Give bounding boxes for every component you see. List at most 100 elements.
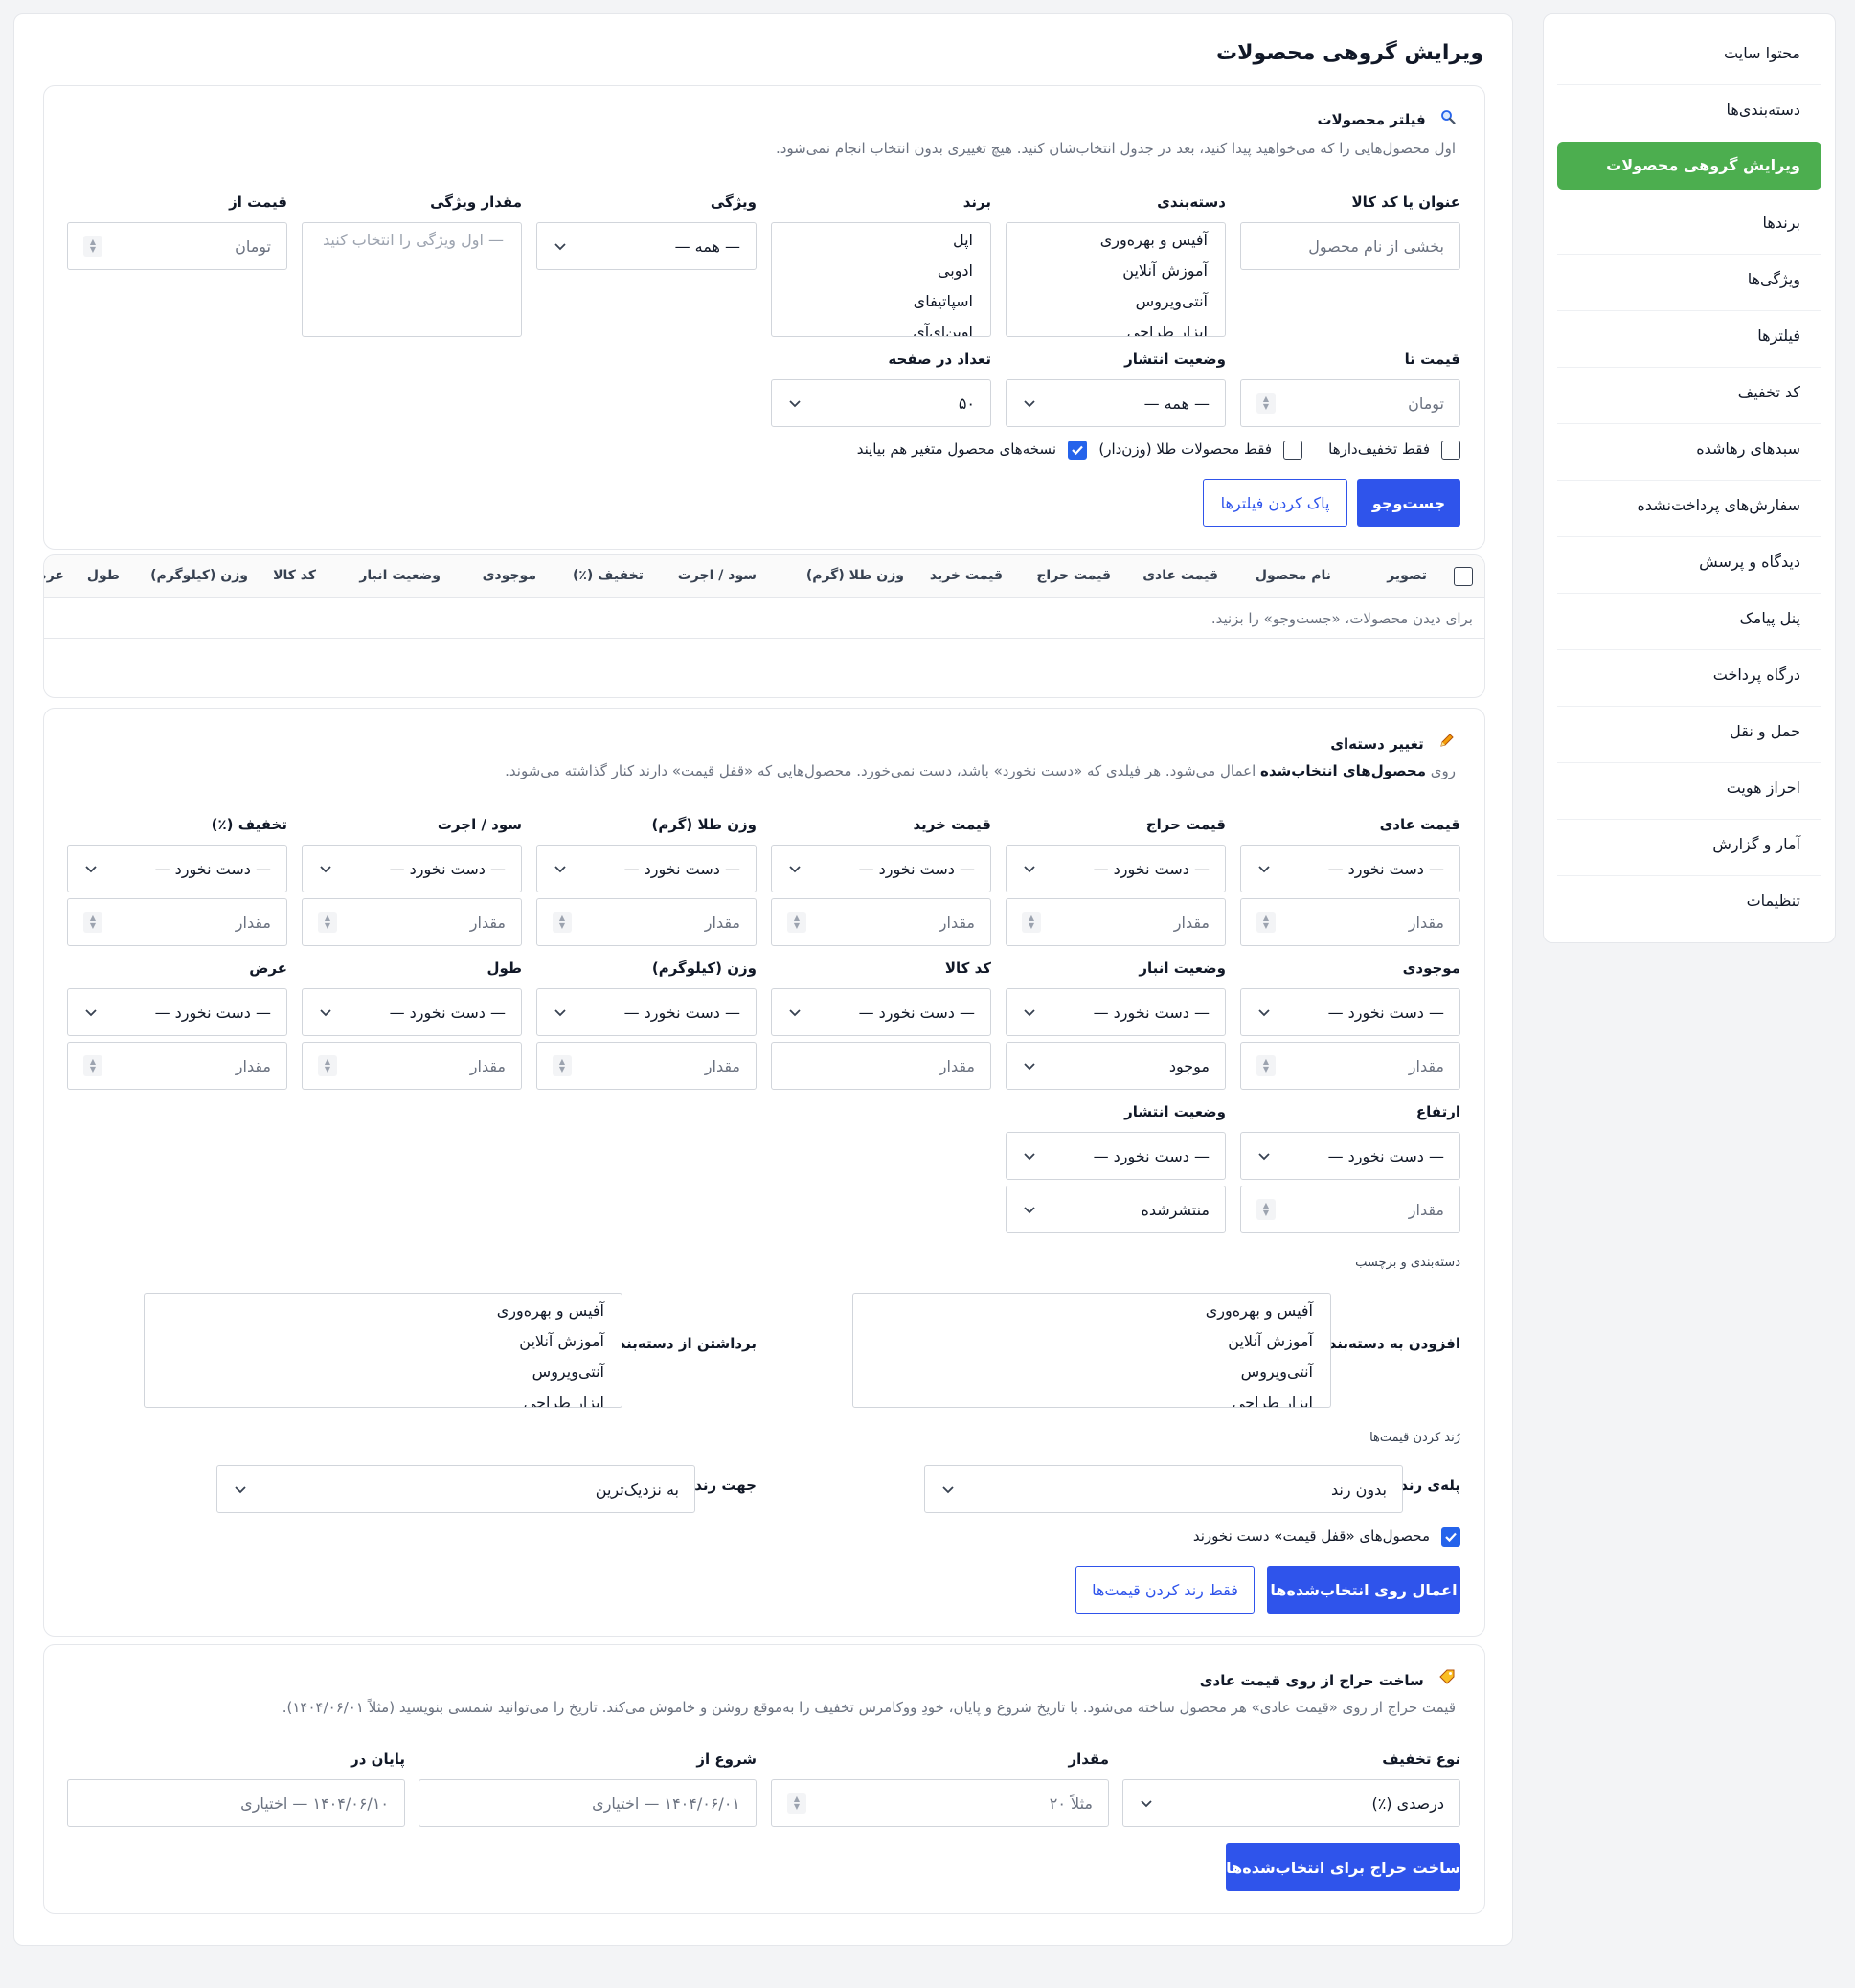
sidebar-item-payment-gateway[interactable]: درگاه پرداخت [1557,651,1821,699]
column-header[interactable]: عرض [44,568,64,583]
stepper-icon[interactable]: ▲ ▼ [318,912,337,933]
column-header[interactable]: نام محصول [1256,568,1331,583]
weight-mode-select[interactable]: — دست نخورد — [536,988,757,1036]
column-header[interactable]: وضعیت انبار [359,568,441,583]
column-header[interactable]: سود / اجرت [678,568,757,583]
regular-price-mode-select[interactable]: — دست نخورد — [1240,845,1460,892]
column-header[interactable]: کد کالا [273,568,316,583]
sidebar-item-sms-panel[interactable]: پنل پیامک [1557,595,1821,643]
column-header[interactable]: موجودی [483,568,536,583]
price-to-input[interactable]: تومان ▲ ▼ [1240,379,1460,427]
stepper-icon[interactable]: ▲ ▼ [1256,1055,1276,1076]
brand-multiselect[interactable]: اپل ادوبی اسپاتیفای اوپن‌ای‌آی [771,222,991,337]
sidebar-item-identity-verification[interactable]: احراز هویت [1557,764,1821,812]
stepper-icon[interactable]: ▲ ▼ [83,912,102,933]
list-item[interactable]: آموزش آنلاین [871,1326,1313,1357]
gold-weight-amount-input[interactable]: مقدار ▲ ▼ [536,898,757,946]
stepper-icon[interactable]: ▲ ▼ [553,912,572,933]
column-header[interactable]: قیمت خرید [930,568,1003,583]
length-amount-input[interactable]: مقدار ▲ ▼ [302,1042,522,1090]
sale-amount-input[interactable]: مثلاً ۲۰ ▲ ▼ [771,1779,1109,1827]
column-header[interactable]: تصویر [1387,568,1427,583]
stepper-icon[interactable]: ▲ ▼ [1256,1199,1276,1220]
sidebar-item-shipping[interactable]: حمل و نقل [1557,708,1821,756]
only-discounted-checkbox[interactable] [1441,441,1460,460]
height-amount-input[interactable]: مقدار ▲ ▼ [1240,1186,1460,1233]
sidebar-item-reviews[interactable]: دیدگاه و پرسش [1557,538,1821,586]
gold-weight-mode-select[interactable]: — دست نخورد — [536,845,757,892]
sale-start-date-input[interactable]: ۱۴۰۴/۰۶/۰۱ — اختیاری [419,1779,757,1827]
search-button[interactable]: جست‌وجو [1357,479,1460,527]
profit-fee-amount-input[interactable]: مقدار ▲ ▼ [302,898,522,946]
weight-amount-input[interactable]: مقدار ▲ ▼ [536,1042,757,1090]
sidebar-item-coupons[interactable]: کد تخفیف [1557,369,1821,417]
only-gold-checkbox[interactable] [1283,441,1302,460]
sale-price-mode-select[interactable]: — دست نخورد — [1006,845,1226,892]
list-item[interactable]: آفیس و بهره‌وری [871,1296,1313,1326]
profit-fee-mode-select[interactable]: — دست نخورد — [302,845,522,892]
length-mode-select[interactable]: — دست نخورد — [302,988,522,1036]
sidebar-item-reports[interactable]: آمار و گزارش [1557,821,1821,869]
column-header[interactable]: وزن طلا (گرم) [806,568,904,583]
list-item[interactable]: آنتی‌ویروس [1024,286,1208,317]
clear-filters-button[interactable]: پاک کردن فیلترها [1203,479,1347,527]
list-item[interactable]: اوپن‌ای‌آی [789,317,973,336]
sidebar-item-unpaid-orders[interactable]: سفارش‌های پرداخت‌نشده [1557,482,1821,530]
width-amount-input[interactable]: مقدار ▲ ▼ [67,1042,287,1090]
sku-mode-select[interactable]: — دست نخورد — [771,988,991,1036]
list-item[interactable]: آفیس و بهره‌وری [1024,225,1208,256]
list-item[interactable]: ابزار طراحی [871,1388,1313,1407]
list-item[interactable]: اسپاتیفای [789,286,973,317]
sale-price-amount-input[interactable]: مقدار ▲ ▼ [1006,898,1226,946]
select-all-checkbox[interactable] [1454,567,1473,586]
stepper-icon[interactable]: ▲ ▼ [787,1793,806,1814]
stepper-icon[interactable]: ▲ ▼ [1022,912,1041,933]
column-header[interactable]: قیمت حراج [1036,568,1111,583]
stepper-icon[interactable]: ▲ ▼ [1256,393,1276,414]
price-from-input[interactable]: تومان ▲ ▼ [67,222,287,270]
sidebar-item-bulk-edit[interactable]: ویرایش گروهی محصولات [1557,142,1821,190]
sale-end-date-input[interactable]: ۱۴۰۴/۰۶/۱۰ — اختیاری [67,1779,405,1827]
remove-category-multiselect[interactable]: آفیس و بهره‌وری آموزش آنلاین آنتی‌ویروس … [144,1293,622,1408]
stock-quantity-amount-input[interactable]: مقدار ▲ ▼ [1240,1042,1460,1090]
stepper-icon[interactable]: ▲ ▼ [83,1055,102,1076]
apply-selected-button[interactable]: اعمال روی انتخاب‌شده‌ها [1267,1566,1460,1614]
discount-amount-input[interactable]: مقدار ▲ ▼ [67,898,287,946]
list-item[interactable]: ادوبی [789,256,973,286]
stock-quantity-mode-select[interactable]: — دست نخورد — [1240,988,1460,1036]
discount-type-select[interactable]: درصدی (٪) [1122,1779,1460,1827]
add-category-multiselect[interactable]: آفیس و بهره‌وری آموزش آنلاین آنتی‌ویروس … [852,1293,1331,1408]
regular-price-amount-input[interactable]: مقدار ▲ ▼ [1240,898,1460,946]
list-item[interactable]: اپل [789,225,973,256]
column-header[interactable]: وزن (کیلوگرم) [150,568,248,583]
purchase-price-mode-select[interactable]: — دست نخورد — [771,845,991,892]
column-header[interactable]: طول [87,568,120,583]
category-multiselect[interactable]: آفیس و بهره‌وری آموزش آنلاین آنتی‌ویروس … [1006,222,1226,337]
stepper-icon[interactable]: ▲ ▼ [318,1055,337,1076]
publish-status-mode-select[interactable]: — دست نخورد — [1006,1132,1226,1180]
width-mode-select[interactable]: — دست نخورد — [67,988,287,1036]
round-step-select[interactable]: بدون رند [924,1465,1403,1513]
list-item[interactable]: آنتی‌ویروس [871,1357,1313,1388]
list-item[interactable]: آفیس و بهره‌وری [162,1296,604,1326]
stock-status-mode-select[interactable]: — دست نخورد — [1006,988,1226,1036]
round-prices-only-button[interactable]: فقط رند کردن قیمت‌ها [1075,1566,1255,1614]
sidebar-item-brands[interactable]: برندها [1557,199,1821,247]
column-header[interactable]: قیمت عادی [1142,568,1218,583]
round-direction-select[interactable]: به نزدیک‌ترین [216,1465,695,1513]
publish-status-select[interactable]: — همه — [1006,379,1226,427]
sidebar-item-settings[interactable]: تنظیمات [1557,877,1821,925]
feature-select[interactable]: — همه — [536,222,757,270]
publish-status-value-select[interactable]: منتشرشده [1006,1186,1226,1233]
sidebar-item-categories[interactable]: دسته‌بندی‌ها [1557,86,1821,134]
stepper-icon[interactable]: ▲ ▼ [83,236,102,257]
feature-value-multiselect[interactable]: — اول ویژگی را انتخاب کنید [302,222,522,337]
height-mode-select[interactable]: — دست نخورد — [1240,1132,1460,1180]
list-item[interactable]: ابزار طراحی [162,1388,604,1407]
stepper-icon[interactable]: ▲ ▼ [787,912,806,933]
skip-locked-checkbox[interactable] [1441,1527,1460,1547]
stepper-icon[interactable]: ▲ ▼ [1256,912,1276,933]
sidebar-item-site-content[interactable]: محتوا سایت [1557,30,1821,78]
stepper-icon[interactable]: ▲ ▼ [553,1055,572,1076]
list-item[interactable]: آموزش آنلاین [162,1326,604,1357]
